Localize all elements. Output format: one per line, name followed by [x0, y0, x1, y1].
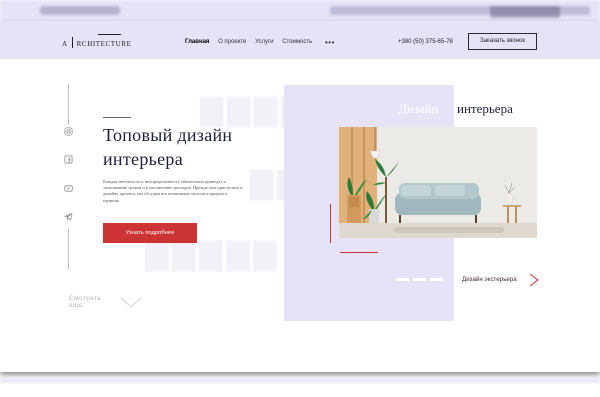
logo-letter: A	[62, 40, 68, 48]
learn-more-button[interactable]: Узнать подробнее	[103, 223, 197, 243]
logo-text: RCHITECTURE	[76, 40, 132, 48]
hero-headline: Топовый дизайн интерьера	[103, 123, 273, 171]
more-icon[interactable]: •••	[325, 38, 335, 47]
page-frame: A RCHITECTURE Главная О проекте Услуги Ст…	[0, 21, 600, 372]
nav-item-services[interactable]: Услуги	[255, 39, 273, 45]
nav-item-pricing[interactable]: Стоимость	[282, 39, 312, 45]
nav-item-home[interactable]: Главная	[185, 39, 209, 45]
hero-headline-line2: интерьера	[103, 149, 184, 169]
slide-indicator-1[interactable]	[396, 278, 409, 281]
hero-description: Каждая неточность и неопределенность обя…	[103, 179, 243, 203]
logo-separator	[71, 37, 73, 48]
phone-number[interactable]: +380 (50) 375-65-78	[398, 39, 453, 45]
site-header: A RCHITECTURE Главная О проекте Услуги Ст…	[0, 21, 600, 59]
order-call-button[interactable]: Заказать звонок	[468, 33, 537, 50]
chevron-right-icon[interactable]	[528, 273, 540, 287]
social-divider-top	[68, 84, 69, 124]
facebook-icon[interactable]	[64, 155, 73, 164]
headline-accent-line	[103, 117, 131, 118]
logo[interactable]: A RCHITECTURE	[62, 37, 131, 48]
chevron-down-icon[interactable]	[120, 297, 142, 309]
youtube-icon[interactable]	[64, 184, 73, 193]
showcase-title-dark: интерьера	[457, 101, 513, 116]
social-divider-bottom	[68, 229, 69, 269]
accent-line-horizontal	[340, 252, 378, 253]
accent-line-vertical	[330, 204, 331, 243]
exterior-design-link[interactable]: Дизайн экстерьера	[462, 276, 517, 283]
blurred-bottom-strip	[0, 378, 600, 397]
main-nav: Главная О проекте Услуги Стоимость	[185, 39, 319, 45]
see-more-line2: еще	[69, 302, 83, 309]
logo-overline	[98, 34, 121, 35]
telegram-icon[interactable]	[64, 212, 73, 221]
slide-indicator-2[interactable]	[413, 278, 426, 281]
showcase-title-light: Дизайн	[398, 101, 439, 116]
hero-headline-line1: Топовый дизайн	[103, 125, 233, 145]
instagram-icon[interactable]	[64, 127, 73, 136]
see-more-line1: Смотреть	[69, 295, 102, 302]
interior-photo[interactable]	[339, 127, 537, 238]
nav-item-about[interactable]: О проекте	[218, 39, 246, 45]
slide-indicator-3[interactable]	[430, 278, 443, 281]
see-more-link[interactable]: Смотреть еще	[69, 295, 101, 309]
